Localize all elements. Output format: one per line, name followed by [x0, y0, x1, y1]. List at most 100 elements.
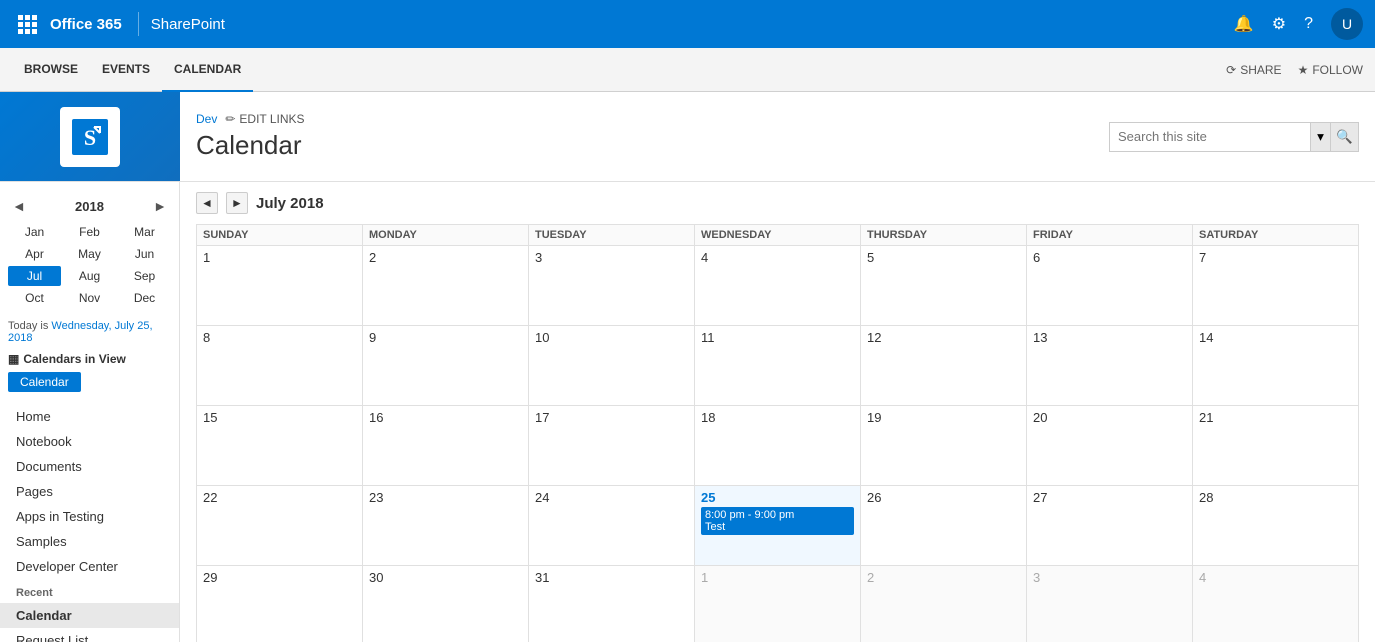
gear-icon[interactable]: ⚙ [1272, 14, 1286, 34]
day-number: 25 [701, 490, 854, 505]
table-row[interactable]: 4 [695, 246, 861, 326]
mini-cal-next[interactable]: ► [149, 196, 171, 216]
table-row[interactable]: 2 [861, 566, 1027, 642]
search-dropdown-btn[interactable]: ▾ [1310, 123, 1330, 151]
day-number: 20 [1033, 410, 1186, 425]
table-row[interactable]: 21 [1193, 406, 1359, 486]
table-row[interactable]: 15 [197, 406, 363, 486]
mini-cal-month-nov[interactable]: Nov [63, 288, 116, 308]
cal-prev-btn[interactable]: ◄ [196, 192, 218, 214]
table-row[interactable]: 26 [861, 486, 1027, 566]
table-row[interactable]: 16 [363, 406, 529, 486]
recent-item-calendar[interactable]: Calendar [0, 603, 179, 628]
sidebar-nav: HomeNotebookDocumentsPagesApps in Testin… [0, 404, 179, 642]
table-row[interactable]: 27 [1027, 486, 1193, 566]
sidebar-item-documents[interactable]: Documents [0, 454, 179, 479]
table-row[interactable]: 1 [695, 566, 861, 642]
table-row[interactable]: 17 [529, 406, 695, 486]
table-row[interactable]: 24 [529, 486, 695, 566]
breadcrumb[interactable]: Dev [196, 112, 217, 126]
mini-cal-month-jul[interactable]: Jul [8, 266, 61, 286]
sidebar-item-developer-center[interactable]: Developer Center [0, 554, 179, 579]
recent-item-request-list[interactable]: Request List [0, 628, 179, 642]
table-row[interactable]: 30 [363, 566, 529, 642]
table-row[interactable]: 18 [695, 406, 861, 486]
table-row[interactable]: 5 [861, 246, 1027, 326]
avatar[interactable]: U [1331, 8, 1363, 40]
sidebar-item-pages[interactable]: Pages [0, 479, 179, 504]
table-row[interactable]: 2 [363, 246, 529, 326]
sidebar-item-apps-in-testing[interactable]: Apps in Testing [0, 504, 179, 529]
table-row[interactable]: 14 [1193, 326, 1359, 406]
grid-icon[interactable] [12, 9, 42, 39]
sidebar-item-home[interactable]: Home [0, 404, 179, 429]
share-action[interactable]: ⟳ SHARE [1226, 63, 1281, 77]
page-title: Calendar [196, 130, 1077, 161]
search-area: ▾ 🔍 [1093, 106, 1375, 168]
mini-cal-month-feb[interactable]: Feb [63, 222, 116, 242]
day-header-wednesday: WEDNESDAY [695, 225, 861, 246]
table-row[interactable]: 22 [197, 486, 363, 566]
mini-cal-month-aug[interactable]: Aug [63, 266, 116, 286]
mini-cal-month-oct[interactable]: Oct [8, 288, 61, 308]
day-number: 1 [701, 570, 854, 585]
table-row[interactable]: 31 [529, 566, 695, 642]
table-row[interactable]: 20 [1027, 406, 1193, 486]
mini-cal-month-may[interactable]: May [63, 244, 116, 264]
mini-cal-month-mar[interactable]: Mar [118, 222, 171, 242]
table-row[interactable]: 12 [861, 326, 1027, 406]
mini-cal-prev[interactable]: ◄ [8, 196, 30, 216]
event-title: Test [705, 521, 850, 533]
table-row[interactable]: 25 8:00 pm - 9:00 pmTest [695, 486, 861, 566]
follow-action[interactable]: ★ FOLLOW [1298, 63, 1363, 77]
today-link[interactable]: Wednesday, July 25, 2018 [8, 320, 153, 344]
day-number: 17 [535, 410, 688, 425]
table-row[interactable]: 13 [1027, 326, 1193, 406]
calendar-event[interactable]: 8:00 pm - 9:00 pmTest [701, 507, 854, 535]
app-name[interactable]: SharePoint [151, 16, 225, 33]
table-row[interactable]: 23 [363, 486, 529, 566]
mini-cal-month-apr[interactable]: Apr [8, 244, 61, 264]
search-input[interactable] [1110, 123, 1310, 151]
mini-cal-month-sep[interactable]: Sep [118, 266, 171, 286]
cal-next-btn[interactable]: ► [226, 192, 248, 214]
search-button[interactable]: 🔍 [1330, 123, 1358, 151]
mini-cal-month-dec[interactable]: Dec [118, 288, 171, 308]
today-text: Today is Wednesday, July 25, 2018 [8, 320, 171, 344]
tab-calendar[interactable]: CALENDAR [162, 48, 253, 92]
table-row[interactable]: 8 [197, 326, 363, 406]
table-row[interactable]: 10 [529, 326, 695, 406]
help-icon[interactable]: ? [1304, 15, 1313, 33]
event-time: 8:00 pm - 9:00 pm [705, 509, 850, 521]
table-row[interactable]: 7 [1193, 246, 1359, 326]
tab-browse[interactable]: BROWSE [12, 48, 90, 92]
topbar-right: 🔔 ⚙ ? U [1234, 8, 1363, 40]
mini-cal-month-jun[interactable]: Jun [118, 244, 171, 264]
recent-section-label: Recent [0, 579, 179, 603]
bell-icon[interactable]: 🔔 [1234, 14, 1254, 34]
cal-nav-row: ◄ ► July 2018 [196, 192, 1359, 214]
main-layout: ◄ 2018 ► JanFebMarAprMayJunJulAugSepOctN… [0, 182, 1375, 642]
calendar-list-icon: ▦ [8, 352, 19, 366]
sidebar-item-notebook[interactable]: Notebook [0, 429, 179, 454]
table-row[interactable]: 9 [363, 326, 529, 406]
day-number: 28 [1199, 490, 1352, 505]
table-row[interactable]: 4 [1193, 566, 1359, 642]
table-row[interactable]: 11 [695, 326, 861, 406]
table-row[interactable]: 1 [197, 246, 363, 326]
table-row[interactable]: 6 [1027, 246, 1193, 326]
table-row[interactable]: 19 [861, 406, 1027, 486]
day-number: 24 [535, 490, 688, 505]
table-row[interactable]: 29 [197, 566, 363, 642]
edit-links[interactable]: ✏ EDIT LINKS [225, 112, 304, 126]
tab-events[interactable]: EVENTS [90, 48, 162, 92]
sidebar-item-samples[interactable]: Samples [0, 529, 179, 554]
table-row[interactable]: 3 [529, 246, 695, 326]
calendar-badge[interactable]: Calendar [8, 372, 81, 392]
mini-cal-month-jan[interactable]: Jan [8, 222, 61, 242]
day-number: 4 [701, 250, 854, 265]
table-row[interactable]: 3 [1027, 566, 1193, 642]
day-header-sunday: SUNDAY [197, 225, 363, 246]
table-row[interactable]: 28 [1193, 486, 1359, 566]
office365-title[interactable]: Office 365 [50, 16, 122, 33]
